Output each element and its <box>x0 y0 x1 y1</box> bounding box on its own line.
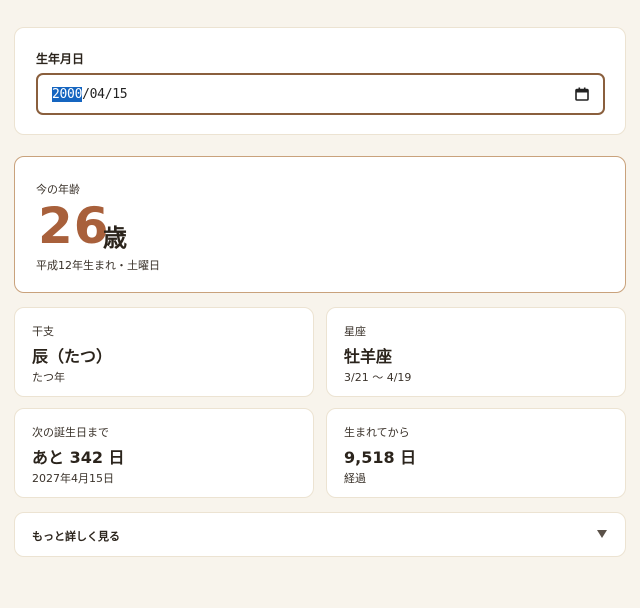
age-detail: 平成12年生まれ・土曜日 <box>36 259 160 272</box>
zodiac-label: 星座 <box>344 325 366 338</box>
age-number: 26 <box>38 197 110 255</box>
birthdate-input[interactable]: 2000/04/15 <box>36 73 605 115</box>
eto-label: 干支 <box>32 325 54 338</box>
more-details-label: もっと詳しく見る <box>32 530 120 543</box>
birthdate-year-segment[interactable]: 2000 <box>52 87 82 102</box>
eto-value: 辰（たつ） <box>32 347 113 366</box>
birthdate-card: 生年月日 2000/04/15 <box>14 27 626 135</box>
next-birthday-value: あと 342 日 <box>32 448 125 467</box>
birthdate-value[interactable]: 2000/04/15 <box>52 87 128 102</box>
zodiac-range: 3/21 〜 4/19 <box>344 371 412 384</box>
days-since-label: 生まれてから <box>344 426 410 439</box>
birthdate-label: 生年月日 <box>36 52 85 66</box>
days-since-birth-card: 生まれてから 9,518 日 経過 <box>326 408 626 498</box>
zodiac-value: 牡羊座 <box>344 347 393 366</box>
next-birthday-date: 2027年4月15日 <box>32 472 114 485</box>
next-birthday-card: 次の誕生日まで あと 342 日 2027年4月15日 <box>14 408 314 498</box>
next-birthday-label: 次の誕生日まで <box>32 426 109 439</box>
age-unit: 歳 <box>103 224 127 252</box>
eto-card: 干支 辰（たつ） たつ年 <box>14 307 314 397</box>
age-label: 今の年齢 <box>36 183 80 196</box>
birthdate-month-day-segment[interactable]: /04/15 <box>82 87 127 102</box>
calendar-icon[interactable] <box>575 87 589 101</box>
zodiac-card: 星座 牡羊座 3/21 〜 4/19 <box>326 307 626 397</box>
more-details-toggle[interactable]: もっと詳しく見る <box>14 512 626 557</box>
eto-sub: たつ年 <box>32 371 65 384</box>
triangle-down-icon[interactable] <box>597 530 607 538</box>
days-since-sub: 経過 <box>344 472 366 485</box>
days-since-value: 9,518 日 <box>344 448 417 467</box>
age-card: 今の年齢 26 歳 平成12年生まれ・土曜日 <box>14 156 626 293</box>
